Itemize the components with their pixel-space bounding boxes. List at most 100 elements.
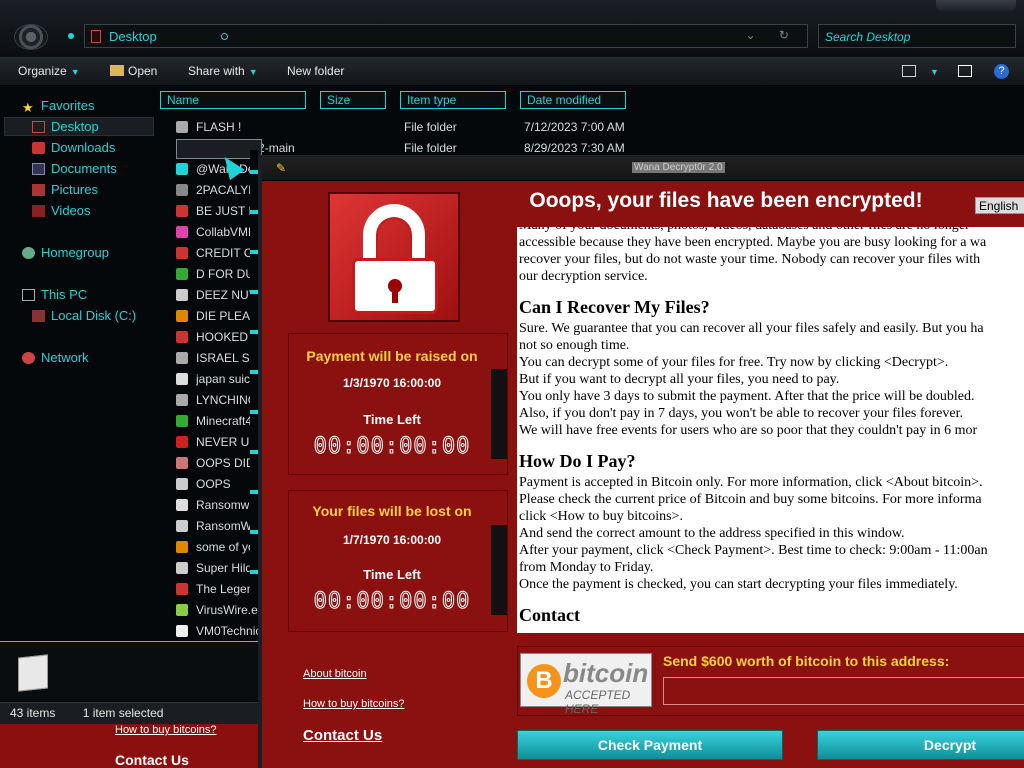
downloads-icon — [32, 141, 45, 154]
file-icon — [176, 121, 188, 133]
desktop-screen: Desktop ⌄ ↻ Search Desktop Organize ▼ Ope… — [0, 0, 1024, 768]
bitcoin-accepted: ACCEPTED HERE — [565, 688, 631, 716]
share-with-button[interactable]: Share with ▼ — [188, 64, 258, 78]
sidebar-item-downloads[interactable]: Downloads — [32, 140, 115, 155]
file-row[interactable]: FLASH ! File folder 7/12/2023 7:00 AM — [176, 117, 625, 137]
file-icon — [176, 310, 188, 322]
file-icon — [176, 352, 188, 364]
preview-pane-icon[interactable] — [958, 65, 972, 77]
file-icon — [176, 436, 188, 448]
about-bitcoin-link[interactable]: About bitcoin — [303, 668, 367, 680]
desktop-icon — [32, 120, 45, 133]
message-line: accessible because they have been encryp… — [519, 235, 987, 250]
file-date: 7/12/2023 7:00 AM — [524, 120, 625, 134]
message-line: Sure. We guarantee that you can recover … — [519, 321, 984, 336]
drive-icon — [32, 309, 45, 322]
search-input[interactable]: Search Desktop — [818, 24, 1016, 48]
language-select[interactable]: English — [975, 197, 1024, 214]
item-count: 43 items — [10, 706, 56, 720]
message-line: We will have free events for users who a… — [519, 423, 978, 438]
explorer-titlebar: Desktop ⌄ ↻ Search Desktop — [0, 0, 1024, 58]
bitcoin-coin-icon: B — [527, 664, 561, 698]
time-left-label: Time Left — [363, 567, 421, 582]
sidebar-item-network[interactable]: Network — [22, 350, 89, 365]
computer-icon — [22, 288, 35, 301]
command-bar: Organize ▼ Open Share with ▼ New folder ▼ … — [0, 58, 1024, 86]
open-button[interactable]: Open — [110, 64, 157, 78]
message-line: Please check the current price of Bitcoi… — [519, 492, 982, 507]
help-icon[interactable]: ? — [994, 64, 1009, 79]
ransom-window-title: Wana Decrypt0r 2.0 — [632, 162, 725, 173]
column-header-name[interactable]: Name — [160, 91, 306, 109]
view-options-icon[interactable] — [902, 65, 916, 77]
message-line: our decryption service. — [519, 269, 648, 284]
sidebar-item-desktop[interactable]: Desktop — [32, 119, 99, 134]
back-forward-orb-icon[interactable] — [14, 24, 48, 50]
refresh-icon[interactable]: ⌄ ↻ — [746, 28, 799, 42]
organize-button[interactable]: Organize ▼ — [18, 64, 80, 78]
message-line: recover your files, but do not waste you… — [519, 252, 981, 267]
details-pane — [0, 641, 258, 701]
time-left-label: Time Left — [363, 412, 421, 427]
breadcrumb-arrow-icon[interactable] — [220, 32, 228, 40]
ransom-window-titlebar[interactable]: ✎ Wana Decrypt0r 2.0 — [262, 155, 1024, 181]
sidebar-item-homegroup[interactable]: Homegroup — [22, 245, 109, 260]
message-line: You can decrypt some of your files for f… — [519, 355, 949, 370]
sidebar-item-local-disk[interactable]: Local Disk (C:) — [32, 308, 136, 323]
bitcoin-logo: B bitcoin ACCEPTED HERE — [520, 653, 652, 716]
background-ransom-window: How to buy bitcoins? Contact Us — [0, 724, 258, 768]
bitcoin-word: bitcoin — [563, 658, 649, 688]
network-icon — [22, 351, 35, 364]
decrypt-button[interactable]: Decrypt — [817, 730, 1024, 760]
bg-how-to-buy-link[interactable]: How to buy bitcoins? — [115, 724, 217, 736]
file-icon — [176, 499, 188, 511]
message-line: After your payment, click <Check Payment… — [519, 543, 988, 558]
window-controls[interactable] — [936, 0, 1016, 12]
pay-heading: How Do I Pay? — [519, 451, 636, 471]
ransom-headline: Ooops, your files have been encrypted! — [529, 189, 923, 212]
contact-us-link[interactable]: Contact Us — [303, 727, 382, 744]
file-icon — [176, 604, 188, 616]
padlock-shackle — [363, 204, 425, 264]
window-edge-accent — [250, 150, 258, 600]
file-icon — [176, 373, 188, 385]
file-icon — [176, 415, 188, 427]
pictures-icon — [32, 183, 45, 196]
view-dropdown-icon[interactable]: ▼ — [926, 64, 939, 78]
column-header-date[interactable]: Date modified — [520, 91, 626, 109]
status-bar: 43 items 1 item selected — [0, 702, 258, 724]
check-payment-button[interactable]: Check Payment — [517, 730, 783, 760]
open-folder-icon — [110, 65, 124, 76]
message-intro: Many of your documents, photos, videos, … — [519, 227, 1024, 285]
message-line: Once the payment is checked, you can sta… — [519, 577, 958, 592]
progress-bar — [491, 525, 507, 615]
file-icon — [176, 184, 188, 196]
file-icon — [176, 562, 188, 574]
column-header-size[interactable]: Size — [320, 91, 386, 109]
file-icon — [176, 331, 188, 343]
column-header-type[interactable]: Item type — [400, 91, 506, 109]
message-line: Payment is accepted in Bitcoin only. For… — [519, 475, 983, 490]
sidebar-item-favorites[interactable]: ★ Favorites — [22, 98, 94, 115]
file-date: 8/29/2023 7:30 AM — [524, 141, 625, 155]
bitcoin-address-field[interactable] — [663, 677, 1024, 705]
folder-icon — [91, 29, 101, 43]
contact-heading: Contact — [519, 605, 580, 625]
file-icon — [176, 583, 188, 595]
message-line: not so enough time. — [519, 338, 630, 353]
new-folder-button[interactable]: New folder — [287, 64, 344, 78]
recent-locations-icon[interactable] — [68, 33, 74, 39]
bg-contact-link[interactable]: Contact Us — [115, 752, 189, 768]
sidebar-item-documents[interactable]: Documents — [32, 161, 117, 176]
sidebar-item-pictures[interactable]: Pictures — [32, 182, 98, 197]
address-text: Desktop — [109, 28, 157, 44]
how-to-buy-link[interactable]: How to buy bitcoins? — [303, 698, 405, 710]
send-amount-label: Send $600 worth of bitcoin to this addre… — [663, 653, 950, 669]
file-icon — [176, 520, 188, 532]
sidebar-item-videos[interactable]: Videos — [32, 203, 91, 218]
ransom-message[interactable]: Many of your documents, photos, videos, … — [517, 227, 1024, 633]
padlock-image — [328, 192, 460, 322]
sidebar-item-this-pc[interactable]: This PC — [22, 287, 87, 302]
timer-heading: Payment will be raised on — [306, 348, 478, 364]
address-bar[interactable]: Desktop ⌄ ↻ — [84, 24, 808, 48]
